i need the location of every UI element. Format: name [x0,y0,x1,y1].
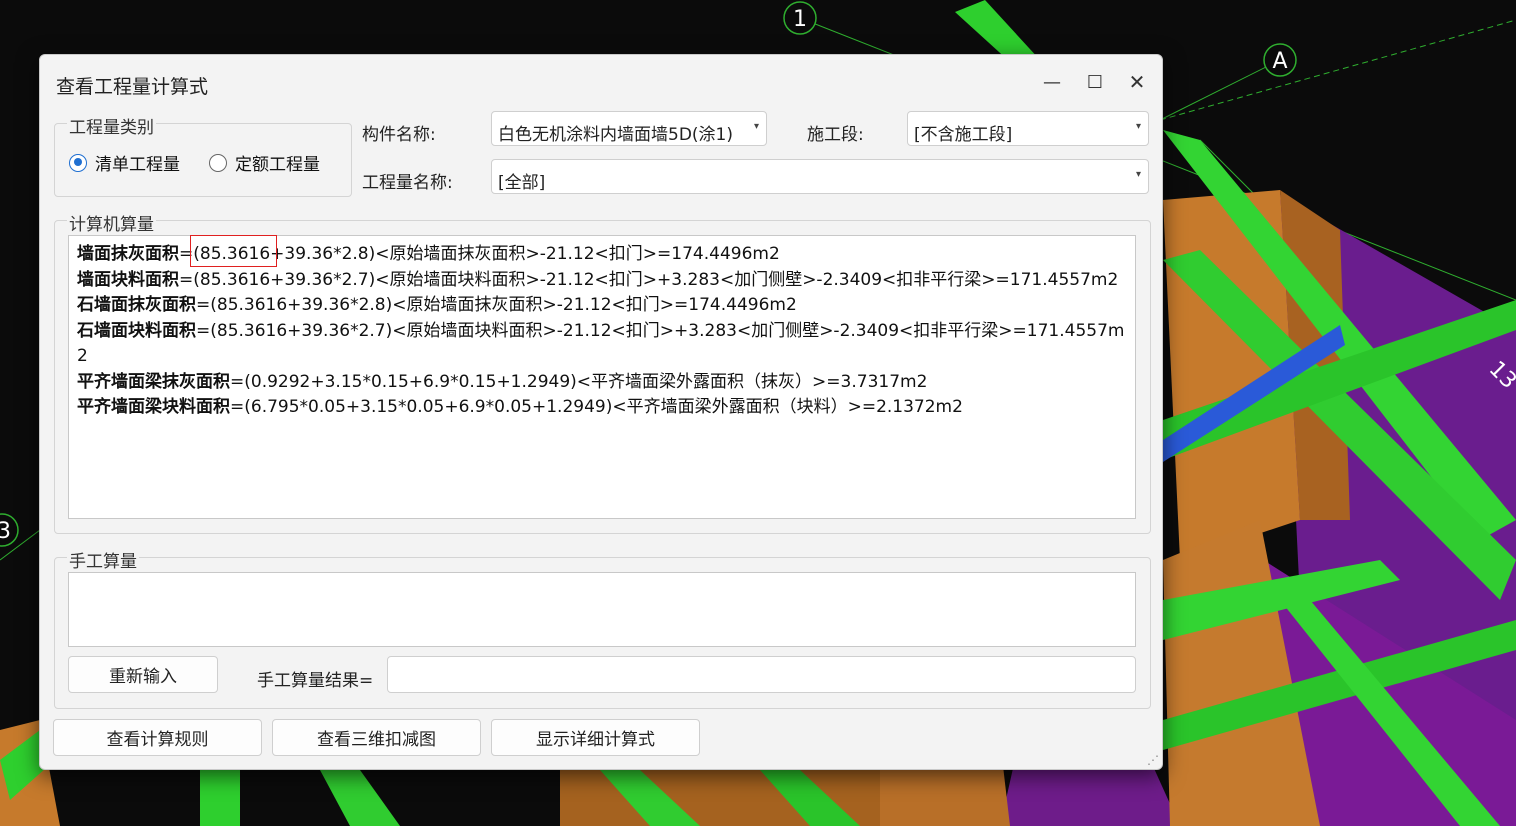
radio-bill-quantity-label: 清单工程量 [95,155,180,175]
manual-result-label: 手工算量结果= [257,671,374,691]
reenter-button[interactable]: 重新输入 [68,656,218,693]
formula-name: 墙面块料面积 [77,269,179,290]
quantity-name-label: 工程量名称: [362,173,453,193]
construction-stage-select[interactable]: [不含施工段] ▾ [907,111,1149,146]
resize-grip-icon[interactable]: ⋰ [1147,753,1159,767]
dialog-title: 查看工程量计算式 [56,76,209,98]
quantity-type-group: 工程量类别 清单工程量 定额工程量 [54,113,352,197]
show-detail-button[interactable]: 显示详细计算式 [491,719,700,756]
formula-line: 石墙面抹灰面积=(85.3616+39.36*2.8)<原始墙面抹灰面积>-21… [77,293,1127,319]
dropdown-arrow-icon: ▾ [1135,169,1141,180]
radio-bill-quantity[interactable]: 清单工程量 [69,150,180,175]
view-rules-button[interactable]: 查看计算规则 [53,719,262,756]
computer-calc-legend: 计算机算量 [67,210,156,235]
formula-name: 石墙面块料面积 [77,320,196,341]
formula-name: 石墙面抹灰面积 [77,295,196,315]
construction-stage-value: [不含施工段] [914,125,1013,145]
axis-label-1: 1 [793,7,807,32]
manual-calc-text[interactable] [68,572,1136,647]
radio-checked-icon [69,153,87,172]
quantity-name-select[interactable]: [全部] ▾ [491,159,1149,194]
formula-line: 墙面块料面积=(85.3616+39.36*2.7)<原始墙面块料面积>-21.… [77,268,1127,294]
close-button[interactable]: ✕ [1122,67,1152,97]
formula-expr: =(85.3616+39.36*2.7)<原始墙面块料面积>-21.12<扣门>… [77,320,1125,367]
view-3d-button[interactable]: 查看三维扣减图 [272,719,481,756]
computer-calc-text[interactable]: 墙面抹灰面积 =(85.3616+39.36*2.8)<原始墙面抹灰面积>-21.… [68,235,1136,519]
construction-stage-label: 施工段: [807,125,864,145]
manual-calc-legend: 手工算量 [67,547,139,572]
formula-line: 平齐墙面梁抹灰面积=(0.9292+3.15*0.15+6.9*0.15+1.2… [77,370,1127,396]
formula-expr: =(85.3616+39.36*2.8)<原始墙面抹灰面积>-21.12<扣门>… [196,295,797,315]
dropdown-arrow-icon: ▾ [1135,121,1141,132]
formula-line: 平齐墙面梁块料面积=(6.795*0.05+3.15*0.05+6.9*0.05… [77,395,1127,421]
component-name-value: 白色无机涂料内墙面墙5D(涂1) [498,125,733,145]
quantity-type-legend: 工程量类别 [67,113,156,138]
radio-quota-quantity-label: 定额工程量 [235,155,320,175]
component-name-label: 构件名称: [362,125,436,145]
computer-calc-group: 计算机算量 墙面抹灰面积 =(85.3616+39.36*2.8)<原始墙面抹灰面… [54,210,1151,534]
quantity-formula-dialog: 查看工程量计算式 — ☐ ✕ 工程量类别 清单工程量 定额工程量 构件名称: 白… [39,54,1163,770]
formula-expr: =(6.795*0.05+3.15*0.05+6.9*0.05+1.2949)<… [230,397,963,417]
maximize-button[interactable]: ☐ [1080,67,1110,97]
radio-unchecked-icon [209,153,227,172]
formula-line: 石墙面块料面积=(85.3616+39.36*2.7)<原始墙面块料面积>-21… [77,319,1129,370]
annotation-highlight-box [190,235,277,267]
axis-label-3: 3 [0,519,11,544]
manual-calc-group: 手工算量 重新输入 手工算量结果= [54,547,1151,709]
axis-label-a: A [1272,49,1287,74]
manual-result-input[interactable] [387,656,1136,693]
quantity-name-value: [全部] [498,173,546,193]
formula-name: 平齐墙面梁抹灰面积 [77,371,230,392]
formula-name: 墙面抹灰面积 [77,244,179,264]
formula-name: 平齐墙面梁块料面积 [77,397,230,417]
minimize-button[interactable]: — [1037,67,1067,97]
radio-quota-quantity[interactable]: 定额工程量 [209,150,320,175]
formula-expr: =(0.9292+3.15*0.15+6.9*0.15+1.2949)<平齐墙面… [230,371,928,392]
dropdown-arrow-icon: ▾ [753,121,759,132]
component-name-select[interactable]: 白色无机涂料内墙面墙5D(涂1) ▾ [491,111,767,146]
formula-expr: =(85.3616+39.36*2.7)<原始墙面块料面积>-21.12<扣门>… [179,269,1119,290]
